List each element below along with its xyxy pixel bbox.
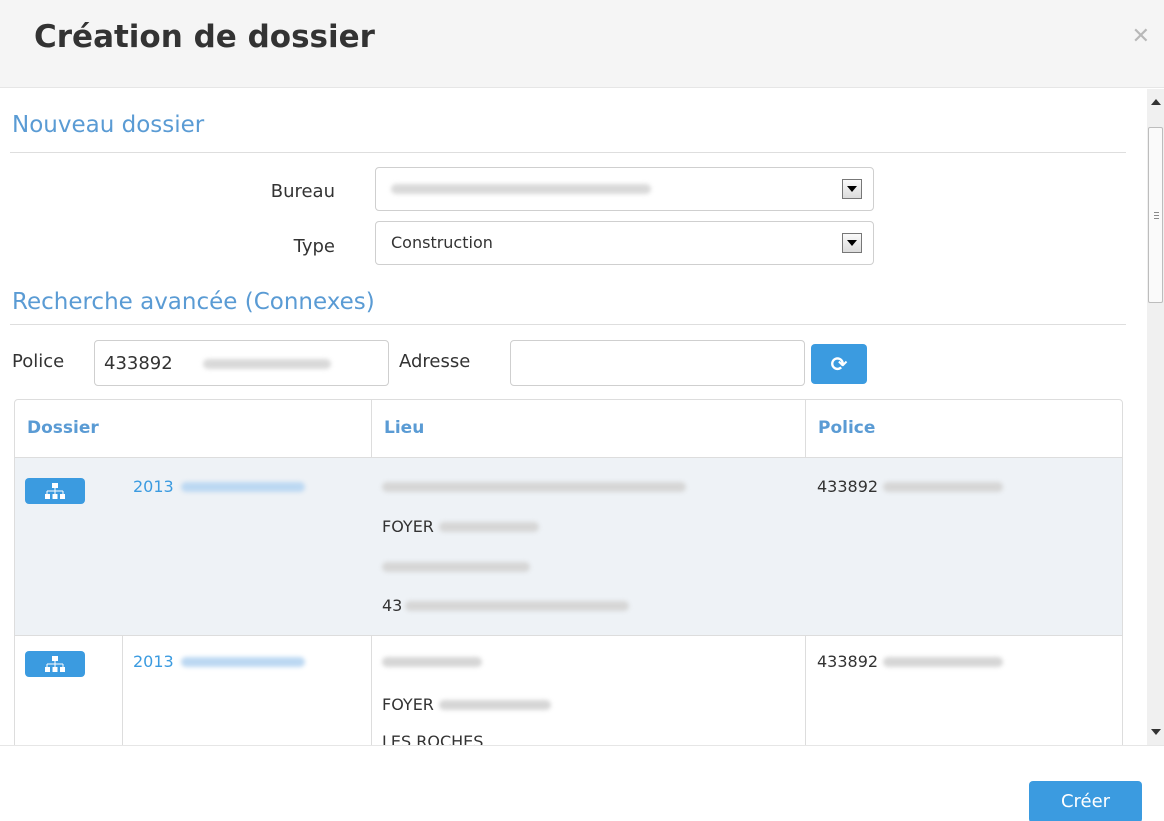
hierarchy-icon [45,483,65,499]
lieu-line-redacted [382,482,686,492]
divider [10,324,1126,325]
dossier-number-redacted [181,657,305,667]
lieu-line-redacted [439,522,539,532]
results-table: Dossier Lieu Police 2013 FOYER 43 433892… [14,399,1123,745]
police-cell: 433892 [817,477,879,496]
bureau-label: Bureau [270,181,335,202]
divider [10,152,1126,153]
bureau-value-redacted [391,184,651,194]
chevron-down-icon[interactable] [842,179,862,199]
hierarchy-button[interactable] [25,651,85,677]
column-header-dossier[interactable]: Dossier [15,400,371,457]
lieu-line: LES ROCHES [382,732,484,745]
scroll-up-icon[interactable] [1151,99,1161,105]
adresse-label: Adresse [399,351,471,372]
police-label: Police [12,351,65,372]
police-number-redacted [883,657,1003,667]
section-title-recherche: Recherche avancée (Connexes) [12,289,375,315]
type-value: Construction [391,233,493,252]
refresh-button[interactable]: ⟳ [811,344,867,384]
modal-header: Création de dossier ✕ [0,0,1164,88]
police-number-redacted [883,482,1003,492]
lieu-line-redacted [439,700,551,710]
lieu-line: FOYER [382,517,434,536]
lieu-line: FOYER [382,695,434,714]
scroll-down-icon[interactable] [1151,729,1161,735]
modal-content: Nouveau dossier Bureau Type Construction… [0,89,1138,745]
section-title-nouveau: Nouveau dossier [12,112,205,138]
dossier-number-redacted [181,482,305,492]
dossier-link[interactable]: 2013 [133,477,174,496]
adresse-input[interactable] [510,340,805,386]
grip-icon [1154,212,1159,213]
modal-title: Création de dossier [34,19,375,55]
close-icon[interactable]: ✕ [1132,26,1150,48]
police-cell: 433892 [817,652,879,671]
refresh-icon: ⟳ [830,352,848,376]
lieu-line-redacted [382,657,482,667]
chevron-down-icon[interactable] [842,233,862,253]
column-header-police[interactable]: Police [806,400,1122,457]
dossier-link[interactable]: 2013 [133,652,174,671]
divider [15,635,1122,636]
bureau-select[interactable] [375,167,874,211]
modal-footer: Créer [0,745,1164,821]
lieu-line-redacted [405,601,629,611]
create-button[interactable]: Créer [1029,781,1142,821]
lieu-line-redacted [382,562,530,572]
police-value-redacted [203,359,331,369]
hierarchy-icon [45,656,65,672]
hierarchy-button[interactable] [25,478,85,504]
modal-body: Nouveau dossier Bureau Type Construction… [0,89,1164,745]
type-select[interactable]: Construction [375,221,874,265]
police-input-value: 433892 [104,353,173,374]
scrollbar-thumb[interactable] [1148,127,1163,303]
lieu-line: 43 [382,596,403,615]
police-input[interactable]: 433892 [94,340,389,386]
type-label: Type [293,236,335,257]
vertical-scrollbar[interactable] [1147,89,1164,745]
column-header-lieu[interactable]: Lieu [372,400,805,457]
